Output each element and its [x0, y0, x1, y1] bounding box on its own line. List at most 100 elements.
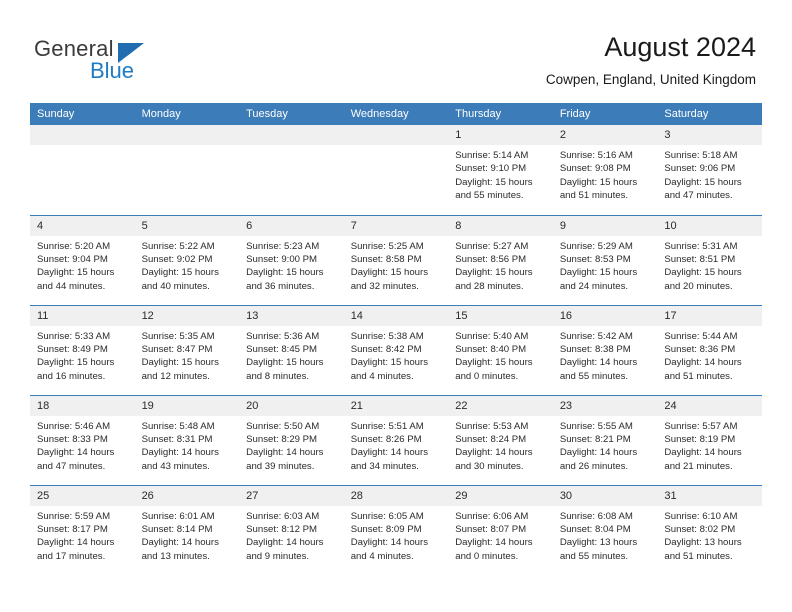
calendar-day-cell[interactable]: 11 Sunrise: 5:33 AM Sunset: 8:49 PM Dayligh…: [30, 304, 135, 395]
day-detail-daylight1: Daylight: 14 hours: [455, 447, 533, 459]
day-number: 5: [134, 215, 240, 236]
day-details: Sunrise: 5:14 AM Sunset: 9:10 PM Daylight:…: [448, 145, 553, 203]
day-detail-sunset: Sunset: 8:07 PM: [455, 523, 527, 535]
day-detail-sunset: Sunset: 8:14 PM: [141, 523, 213, 535]
calendar-day-cell[interactable]: 16 Sunrise: 5:42 AM Sunset: 8:38 PM Dayligh…: [552, 304, 658, 395]
day-detail-sunrise: Sunrise: 5:42 AM: [559, 330, 633, 342]
day-detail-daylight1: Daylight: 14 hours: [141, 537, 219, 549]
calendar-day-cell[interactable]: 25 Sunrise: 5:59 AM Sunset: 8:17 PM Dayligh…: [30, 484, 135, 575]
calendar-day-cell[interactable]: 3 Sunrise: 5:18 AM Sunset: 9:06 PM Daylight…: [657, 125, 762, 215]
day-detail-sunrise: Sunrise: 5:35 AM: [141, 330, 215, 342]
calendar-day-cell[interactable]: 21 Sunrise: 5:51 AM Sunset: 8:26 PM Dayligh…: [343, 394, 449, 485]
day-detail-daylight2: and 34 minutes.: [350, 460, 419, 472]
day-detail-sunrise: Sunrise: 5:20 AM: [37, 240, 111, 252]
day-detail-sunrise: Sunrise: 5:40 AM: [455, 330, 529, 342]
day-detail-daylight2: and 21 minutes.: [664, 460, 733, 472]
calendar-day-cell[interactable]: 9 Sunrise: 5:29 AM Sunset: 8:53 PM Daylight…: [552, 214, 658, 305]
day-detail-daylight2: and 20 minutes.: [664, 280, 733, 292]
calendar-day-cell[interactable]: 13 Sunrise: 5:36 AM Sunset: 8:45 PM Dayligh…: [239, 304, 344, 395]
calendar-day-cell-empty: [134, 125, 240, 215]
day-number: 17: [657, 305, 762, 326]
day-number: 28: [343, 485, 449, 506]
day-number: 23: [552, 395, 658, 416]
day-details: Sunrise: 5:51 AM Sunset: 8:26 PM Daylight:…: [344, 416, 449, 474]
day-detail-sunset: Sunset: 8:36 PM: [664, 343, 736, 355]
calendar-day-cell[interactable]: 4 Sunrise: 5:20 AM Sunset: 9:04 PM Daylight…: [30, 214, 135, 305]
day-number: 18: [30, 395, 135, 416]
calendar-day-cell[interactable]: 5 Sunrise: 5:22 AM Sunset: 9:02 PM Daylight…: [134, 214, 240, 305]
day-number: 13: [239, 305, 344, 326]
calendar-day-cell[interactable]: 24 Sunrise: 5:57 AM Sunset: 8:19 PM Dayligh…: [657, 394, 762, 485]
calendar-week-row: 11 Sunrise: 5:33 AM Sunset: 8:49 PM Dayligh…: [30, 304, 762, 395]
day-details: Sunrise: 5:36 AM Sunset: 8:45 PM Daylight:…: [239, 326, 344, 384]
day-number: 7: [343, 215, 449, 236]
day-detail-sunrise: Sunrise: 5:33 AM: [37, 330, 111, 342]
calendar-day-cell[interactable]: 23 Sunrise: 5:55 AM Sunset: 8:21 PM Dayligh…: [552, 394, 658, 485]
calendar-page: General Blue August 2024 Cowpen, England…: [0, 0, 792, 612]
day-detail-daylight2: and 0 minutes.: [455, 370, 519, 382]
day-detail-sunrise: Sunrise: 6:10 AM: [664, 510, 738, 522]
day-detail-daylight2: and 43 minutes.: [141, 460, 210, 472]
calendar-day-cell[interactable]: 12 Sunrise: 5:35 AM Sunset: 8:47 PM Dayligh…: [134, 304, 240, 395]
day-number: 6: [239, 215, 344, 236]
day-number: 22: [448, 395, 553, 416]
day-detail-sunset: Sunset: 8:38 PM: [559, 343, 631, 355]
general-blue-logo[interactable]: General Blue: [34, 36, 234, 88]
day-number: 21: [343, 395, 449, 416]
day-detail-sunset: Sunset: 8:17 PM: [37, 523, 108, 535]
calendar-day-cell[interactable]: 28 Sunrise: 6:05 AM Sunset: 8:09 PM Dayligh…: [343, 484, 449, 575]
day-detail-daylight1: Daylight: 15 hours: [246, 357, 324, 369]
day-detail-sunrise: Sunrise: 5:46 AM: [37, 420, 111, 432]
day-detail-sunset: Sunset: 8:33 PM: [37, 433, 108, 445]
day-detail-daylight2: and 8 minutes.: [246, 370, 310, 382]
location-subtitle: Cowpen, England, United Kingdom: [545, 72, 756, 87]
day-detail-sunrise: Sunrise: 5:16 AM: [559, 150, 633, 161]
calendar-day-cell[interactable]: 29 Sunrise: 6:06 AM Sunset: 8:07 PM Dayligh…: [448, 484, 553, 575]
calendar-day-cell[interactable]: 18 Sunrise: 5:46 AM Sunset: 8:33 PM Dayligh…: [30, 394, 135, 485]
day-details: Sunrise: 5:53 AM Sunset: 8:24 PM Daylight:…: [448, 416, 553, 474]
day-detail-daylight2: and 55 minutes.: [559, 550, 629, 562]
calendar-day-cell[interactable]: 20 Sunrise: 5:50 AM Sunset: 8:29 PM Dayligh…: [239, 394, 344, 485]
calendar-day-cell[interactable]: 22 Sunrise: 5:53 AM Sunset: 8:24 PM Dayligh…: [448, 394, 553, 485]
calendar-day-cell[interactable]: 7 Sunrise: 5:25 AM Sunset: 8:58 PM Daylight…: [343, 214, 449, 305]
day-detail-sunset: Sunset: 8:19 PM: [664, 433, 736, 445]
day-detail-sunrise: Sunrise: 5:29 AM: [559, 240, 633, 252]
calendar-day-cell[interactable]: 1 Sunrise: 5:14 AM Sunset: 9:10 PM Daylight…: [448, 125, 553, 215]
day-detail-sunrise: Sunrise: 5:31 AM: [664, 240, 738, 252]
calendar-day-cell[interactable]: 8 Sunrise: 5:27 AM Sunset: 8:56 PM Daylight…: [448, 214, 553, 305]
day-details: Sunrise: 5:42 AM Sunset: 8:38 PM Daylight:…: [553, 326, 658, 384]
day-detail-sunrise: Sunrise: 5:23 AM: [246, 240, 320, 252]
day-detail-sunrise: Sunrise: 5:53 AM: [455, 420, 529, 432]
day-details: Sunrise: 5:35 AM Sunset: 8:47 PM Daylight:…: [135, 326, 240, 384]
day-detail-sunrise: Sunrise: 6:03 AM: [246, 510, 320, 522]
day-number: 11: [30, 305, 135, 326]
calendar-day-cell[interactable]: 19 Sunrise: 5:48 AM Sunset: 8:31 PM Dayligh…: [134, 394, 240, 485]
calendar-body: 1 Sunrise: 5:14 AM Sunset: 9:10 PM Daylight…: [30, 125, 762, 575]
calendar-day-cell[interactable]: 26 Sunrise: 6:01 AM Sunset: 8:14 PM Dayligh…: [134, 484, 240, 575]
day-detail-sunrise: Sunrise: 5:59 AM: [37, 510, 111, 522]
day-detail-daylight2: and 51 minutes.: [559, 190, 629, 202]
day-detail-daylight1: Daylight: 15 hours: [141, 357, 219, 369]
weekday-header-friday: Friday: [552, 103, 658, 125]
day-details: Sunrise: 5:16 AM Sunset: 9:08 PM Daylight:…: [553, 145, 658, 203]
day-detail-sunset: Sunset: 8:02 PM: [664, 523, 736, 535]
day-number: 4: [30, 215, 135, 236]
weekday-header-saturday: Saturday: [657, 103, 762, 125]
calendar-day-cell[interactable]: 2 Sunrise: 5:16 AM Sunset: 9:08 PM Daylight…: [552, 125, 658, 215]
day-number: 26: [134, 485, 240, 506]
day-detail-daylight2: and 28 minutes.: [455, 280, 524, 292]
calendar-day-cell[interactable]: 15 Sunrise: 5:40 AM Sunset: 8:40 PM Dayligh…: [448, 304, 553, 395]
day-details: Sunrise: 5:22 AM Sunset: 9:02 PM Daylight:…: [135, 236, 240, 294]
day-detail-sunset: Sunset: 9:04 PM: [37, 253, 108, 265]
calendar-day-cell[interactable]: 31 Sunrise: 6:10 AM Sunset: 8:02 PM Dayligh…: [657, 484, 762, 575]
calendar-day-cell[interactable]: 17 Sunrise: 5:44 AM Sunset: 8:36 PM Dayligh…: [657, 304, 762, 395]
day-details: Sunrise: 5:57 AM Sunset: 8:19 PM Daylight:…: [657, 416, 762, 474]
calendar-day-cell[interactable]: 27 Sunrise: 6:03 AM Sunset: 8:12 PM Dayligh…: [239, 484, 344, 575]
calendar-day-cell[interactable]: 30 Sunrise: 6:08 AM Sunset: 8:04 PM Dayligh…: [552, 484, 658, 575]
day-detail-daylight1: Daylight: 14 hours: [559, 447, 638, 459]
calendar-day-cell[interactable]: 14 Sunrise: 5:38 AM Sunset: 8:42 PM Dayligh…: [343, 304, 449, 395]
calendar-day-cell[interactable]: 6 Sunrise: 5:23 AM Sunset: 9:00 PM Daylight…: [239, 214, 344, 305]
day-detail-sunrise: Sunrise: 5:44 AM: [664, 330, 738, 342]
calendar-day-cell[interactable]: 10 Sunrise: 5:31 AM Sunset: 8:51 PM Dayligh…: [657, 214, 762, 305]
day-detail-sunrise: Sunrise: 6:01 AM: [141, 510, 215, 522]
